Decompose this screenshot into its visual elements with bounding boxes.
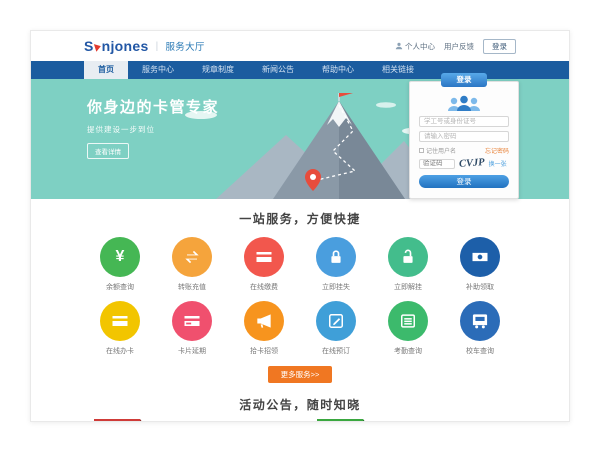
- logo-text-rest: njones: [102, 38, 149, 54]
- remember-checkbox[interactable]: [419, 148, 424, 153]
- bus-glyph: [470, 311, 490, 331]
- remember-label: 记住用户名: [426, 146, 456, 155]
- nav-item-help[interactable]: 帮助中心: [308, 61, 368, 79]
- main-nav: 首页 服务中心 规章制度 新闻公告 帮助中心 相关链接: [31, 61, 569, 79]
- service-label: 立即解挂: [372, 282, 444, 292]
- megaphone-glyph: [254, 311, 274, 331]
- banknote-icon[interactable]: [460, 237, 500, 277]
- forgot-password-link[interactable]: 忘记密码: [485, 146, 509, 155]
- user-feedback-label: 用户反馈: [444, 41, 474, 52]
- card-glyph: [254, 247, 274, 267]
- personal-center-link[interactable]: 个人中心: [395, 41, 435, 52]
- card-renew-icon[interactable]: [172, 301, 212, 341]
- logo-arrow-icon: [94, 42, 102, 51]
- service-item-school-bus[interactable]: 校车查询: [444, 301, 516, 356]
- header-links: 个人中心 用户反馈 登录: [395, 39, 516, 54]
- banknote-glyph: [470, 247, 490, 267]
- nav-item-links[interactable]: 相关链接: [368, 61, 428, 79]
- tab-usage-guide[interactable]: 使用指南: [317, 419, 363, 422]
- header: Snjones | 服务大厅 个人中心 用户反馈 登录: [31, 31, 569, 61]
- nav-item-news[interactable]: 新闻公告: [248, 61, 308, 79]
- hero-detail-button[interactable]: 查看详情: [87, 143, 129, 159]
- service-label: 校车查询: [444, 346, 516, 356]
- users-icon: [446, 95, 482, 112]
- service-label: 转账充值: [156, 282, 228, 292]
- tab-usage-process[interactable]: 使用流程: [94, 419, 140, 422]
- transfer-icon[interactable]: [172, 237, 212, 277]
- bus-icon[interactable]: [460, 301, 500, 341]
- edit-glyph: [326, 311, 346, 331]
- hero-text: 你身边的卡管专家 提供建设一步到位 查看详情: [87, 96, 219, 159]
- service-item-subsidy[interactable]: 补助领取: [444, 237, 516, 292]
- yen-glyph: ¥: [116, 249, 125, 265]
- card-glyph: [110, 311, 130, 331]
- site-name: 服务大厅: [165, 39, 204, 53]
- service-item-card-renew[interactable]: 卡片延期: [156, 301, 228, 356]
- nav-item-rules[interactable]: 规章制度: [188, 61, 248, 79]
- service-label: 考勤查询: [372, 346, 444, 356]
- service-item-unfreeze[interactable]: 立即解挂: [372, 237, 444, 292]
- service-item-transfer[interactable]: 转账充值: [156, 237, 228, 292]
- lock-icon[interactable]: [316, 237, 356, 277]
- captcha-row: CVJP 换一张: [419, 158, 509, 169]
- personal-center-label: 个人中心: [405, 41, 435, 52]
- service-label: 余额查询: [84, 282, 156, 292]
- hero-subtitle: 提供建设一步到位: [87, 124, 219, 135]
- username-input[interactable]: [419, 116, 509, 127]
- service-item-pay[interactable]: 在线缴费: [228, 237, 300, 292]
- announcements-section: 活动公告，随时知晓 使用流程 最新公告 更多>> 使用指南 更多>>: [31, 383, 569, 422]
- service-item-report-loss[interactable]: 立即挂失: [300, 237, 372, 292]
- lock-glyph: [326, 247, 346, 267]
- yen-icon[interactable]: ¥: [100, 237, 140, 277]
- nav-item-service-center[interactable]: 服务中心: [128, 61, 188, 79]
- new-card-icon[interactable]: [100, 301, 140, 341]
- login-tab[interactable]: 登录: [441, 73, 487, 87]
- services-grid: ¥ 余额查询 转账充值 在线缴费 立即挂失: [84, 237, 516, 356]
- unlock-icon[interactable]: [388, 237, 428, 277]
- service-item-attendance[interactable]: 考勤查询: [372, 301, 444, 356]
- service-label: 卡片延期: [156, 346, 228, 356]
- person-icon: [395, 42, 403, 50]
- service-label: 立即挂失: [300, 282, 372, 292]
- service-label: 在线缴费: [228, 282, 300, 292]
- login-submit-button[interactable]: 登录: [419, 175, 509, 188]
- unlock-glyph: [398, 247, 418, 267]
- more-services-button[interactable]: 更多服务>>: [268, 366, 333, 383]
- megaphone-icon[interactable]: [244, 301, 284, 341]
- password-input[interactable]: [419, 131, 509, 142]
- nav-item-home[interactable]: 首页: [84, 61, 128, 79]
- service-label: 在线办卡: [84, 346, 156, 356]
- service-item-lost-found[interactable]: 拾卡招领: [228, 301, 300, 356]
- user-feedback-link[interactable]: 用户反馈: [444, 41, 474, 52]
- bank-card-icon[interactable]: [244, 237, 284, 277]
- service-label: 在线预订: [300, 346, 372, 356]
- service-item-new-card[interactable]: 在线办卡: [84, 301, 156, 356]
- login-panel: 登录 记住用户名 忘记密码 CVJP 换一张 登录: [409, 81, 519, 199]
- remember-row: 记住用户名 忘记密码: [419, 146, 509, 155]
- list-icon[interactable]: [388, 301, 428, 341]
- portal-page: Snjones | 服务大厅 个人中心 用户反馈 登录 首页 服务中心 规章制度…: [30, 30, 570, 422]
- announcements-title: 活动公告，随时知晓: [31, 396, 569, 413]
- service-item-balance[interactable]: ¥ 余额查询: [84, 237, 156, 292]
- logo[interactable]: Snjones | 服务大厅: [84, 38, 205, 54]
- service-label: 补助领取: [444, 282, 516, 292]
- services-section: 一站服务，方便快捷 ¥ 余额查询 转账充值 在线缴费: [31, 199, 569, 383]
- card-glyph: [182, 311, 202, 331]
- list-glyph: [398, 311, 418, 331]
- logo-divider: |: [156, 41, 159, 52]
- header-login-button[interactable]: 登录: [483, 39, 516, 54]
- service-label: 拾卡招领: [228, 346, 300, 356]
- hero-title: 你身边的卡管专家: [87, 96, 219, 117]
- captcha-image[interactable]: CVJP: [459, 157, 485, 170]
- refresh-captcha-link[interactable]: 换一张: [489, 159, 507, 168]
- transfer-arrows-glyph: [182, 247, 202, 267]
- service-item-booking[interactable]: 在线预订: [300, 301, 372, 356]
- edit-icon[interactable]: [316, 301, 356, 341]
- services-title: 一站服务，方便快捷: [31, 210, 569, 227]
- captcha-input[interactable]: [419, 159, 455, 169]
- logo-text-first: S: [84, 38, 94, 54]
